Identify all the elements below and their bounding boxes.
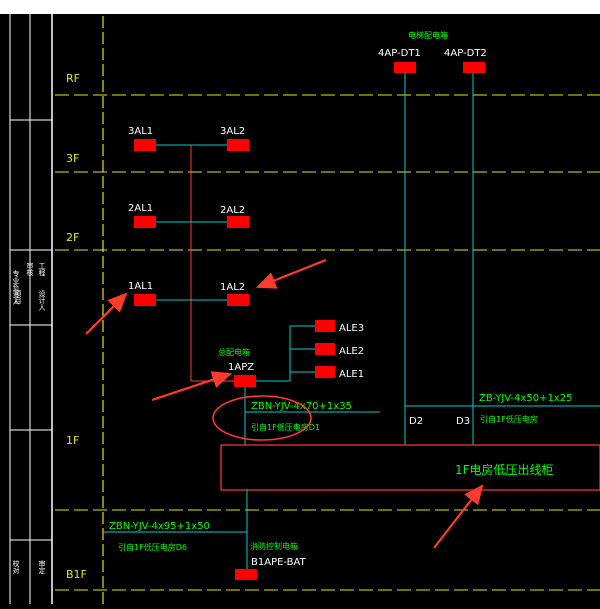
title-cell-6: 校对 <box>12 559 20 574</box>
label-2al2: 2AL2 <box>220 205 245 216</box>
floor-label-rf: RF <box>66 72 80 85</box>
arrow-to-1al2 <box>255 258 327 289</box>
cable-zbn-70: ZBN-YJV-4x70+1x35 <box>251 401 352 412</box>
title-cell-4: 项目 <box>14 290 22 305</box>
label-3al2: 3AL2 <box>220 126 245 137</box>
label-2al1: 2AL1 <box>128 203 153 214</box>
floor-label-1f: 1F <box>66 434 79 447</box>
panel-apz[interactable] <box>234 375 256 387</box>
drawing-canvas: 专业负责人 审核 工程 项目 设计人 校对 审定 RF 3F 2F 1F B1F… <box>0 0 600 604</box>
panel-2al1[interactable] <box>134 216 156 228</box>
label-dt1: 4AP-DT1 <box>378 48 421 59</box>
panel-2al2[interactable] <box>227 216 249 228</box>
title-cell-3: 工程 <box>38 262 46 277</box>
title-cell-7: 审定 <box>38 559 46 575</box>
label-3al1: 3AL1 <box>128 126 153 137</box>
label-ale2: ALE2 <box>339 346 364 357</box>
label-1al2: 1AL2 <box>220 282 245 293</box>
panel-3al1[interactable] <box>134 139 156 151</box>
label-ale3: ALE3 <box>339 323 364 334</box>
floor-label-2f: 2F <box>66 231 79 244</box>
top-border <box>0 0 600 14</box>
elevator-note: 电梯配电箱 <box>408 30 448 40</box>
label-dt2: 4AP-DT2 <box>444 48 487 59</box>
label-ale1: ALE1 <box>339 369 364 380</box>
cable-zbn-95: ZBN-YJV-4x95+1x50 <box>109 521 210 532</box>
apz-note: 总配电箱 <box>218 347 250 357</box>
fire-note: 消防控制电箱 <box>250 541 298 551</box>
panel-dt1[interactable] <box>394 62 416 73</box>
panel-dt2[interactable] <box>463 62 485 73</box>
switchboard-label: 1F电房低压出线柜 <box>455 462 554 477</box>
cable-zbn-95-src: 引自1F低压电房D6 <box>118 542 187 552</box>
label-bat: B1APE-BAT <box>251 557 307 568</box>
label-apz: 1APZ <box>228 362 254 373</box>
cable-zb-50: ZB-YJV-4x50+1x25 <box>479 393 572 404</box>
title-cell-2: 审核 <box>26 261 34 277</box>
panel-3al2[interactable] <box>227 139 249 151</box>
panel-ale2[interactable] <box>315 343 335 355</box>
panel-ale3[interactable] <box>315 320 335 332</box>
panel-ale1[interactable] <box>315 366 335 378</box>
arrow-to-1al1 <box>85 292 128 335</box>
panel-bat[interactable] <box>235 569 257 580</box>
panel-1al2[interactable] <box>227 294 249 306</box>
panel-1al1[interactable] <box>134 294 156 306</box>
floor-lines <box>55 94 600 591</box>
title-block: 专业负责人 审核 工程 项目 设计人 校对 审定 <box>9 14 53 604</box>
label-d2: D2 <box>409 416 423 427</box>
cable-zb-50-src: 引自1F低压电房 <box>480 414 538 424</box>
title-cell-5: 设计人 <box>38 289 46 311</box>
arrow-to-switchboard <box>433 484 484 549</box>
floor-label-3f: 3F <box>66 152 79 165</box>
label-1al1: 1AL1 <box>128 281 153 292</box>
floor-label-b1f: B1F <box>66 568 87 581</box>
label-d3: D3 <box>456 416 470 427</box>
